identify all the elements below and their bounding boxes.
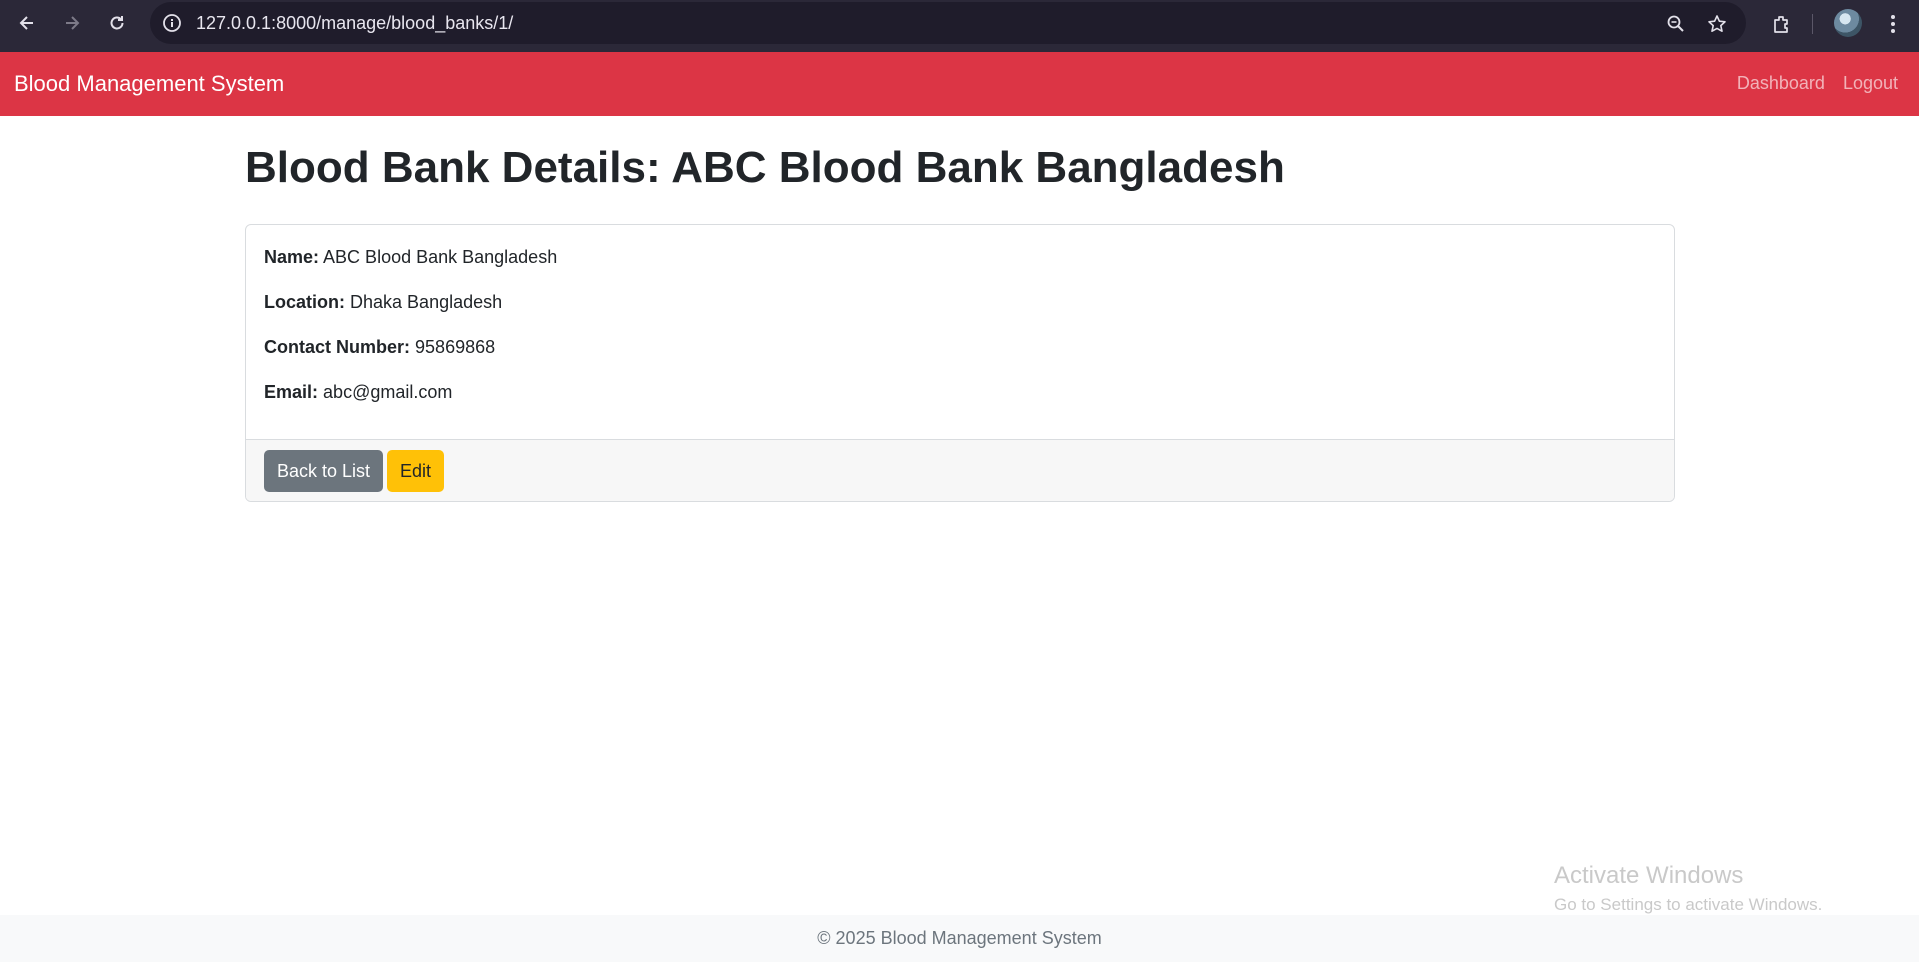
field-value: 95869868 bbox=[415, 337, 496, 357]
nav-link-logout[interactable]: Logout bbox=[1843, 73, 1898, 94]
forward-arrow-icon[interactable] bbox=[57, 10, 87, 36]
more-menu-icon[interactable] bbox=[1879, 10, 1907, 38]
field-label: Email: bbox=[264, 382, 319, 402]
field-value: abc@gmail.com bbox=[323, 382, 453, 402]
field-label: Name: bbox=[264, 247, 320, 267]
field-label: Contact Number: bbox=[264, 337, 411, 357]
back-arrow-icon[interactable] bbox=[12, 10, 42, 36]
field-label: Location: bbox=[264, 292, 345, 312]
activate-windows-title: Activate Windows bbox=[1554, 862, 1744, 889]
reload-icon[interactable] bbox=[102, 10, 132, 36]
navbar-links: Dashboard Logout bbox=[1737, 73, 1898, 94]
bookmark-star-icon[interactable] bbox=[1705, 12, 1729, 36]
footer-text: © 2025 Blood Management System bbox=[817, 928, 1102, 948]
field-value: Dhaka Bangladesh bbox=[350, 292, 503, 312]
field-location: Location: Dhaka Bangladesh bbox=[264, 292, 557, 314]
page-title: Blood Bank Details: ABC Blood Bank Bangl… bbox=[245, 143, 1285, 192]
app-navbar: Blood Management System Dashboard Logout bbox=[0, 52, 1919, 116]
extensions-icon[interactable] bbox=[1768, 10, 1796, 38]
card-footer: Back to List Edit bbox=[246, 439, 1674, 501]
page-footer: © 2025 Blood Management System bbox=[0, 915, 1919, 962]
toolbar-divider bbox=[1812, 14, 1813, 34]
address-bar[interactable]: 127.0.0.1:8000/manage/blood_banks/1/ bbox=[150, 2, 1746, 44]
field-value: ABC Blood Bank Bangladesh bbox=[323, 247, 558, 267]
site-info-icon[interactable] bbox=[162, 13, 182, 38]
field-email: Email: abc@gmail.com bbox=[264, 382, 557, 404]
edit-button[interactable]: Edit bbox=[387, 450, 445, 492]
field-name: Name: ABC Blood Bank Bangladesh bbox=[264, 247, 557, 269]
zoom-icon[interactable] bbox=[1664, 12, 1688, 36]
card-body: Name: ABC Blood Bank Bangladesh Location… bbox=[264, 247, 557, 427]
profile-avatar[interactable] bbox=[1834, 9, 1862, 37]
nav-link-dashboard[interactable]: Dashboard bbox=[1737, 73, 1825, 94]
back-to-list-button[interactable]: Back to List bbox=[264, 450, 384, 492]
url-text[interactable]: 127.0.0.1:8000/manage/blood_banks/1/ bbox=[196, 13, 513, 34]
activate-windows-subtitle: Go to Settings to activate Windows. bbox=[1554, 895, 1823, 914]
navbar-brand[interactable]: Blood Management System bbox=[14, 71, 284, 97]
browser-toolbar: 127.0.0.1:8000/manage/blood_banks/1/ bbox=[0, 0, 1919, 52]
details-card: Name: ABC Blood Bank Bangladesh Location… bbox=[245, 224, 1675, 502]
field-contact-number: Contact Number: 95869868 bbox=[264, 337, 557, 359]
